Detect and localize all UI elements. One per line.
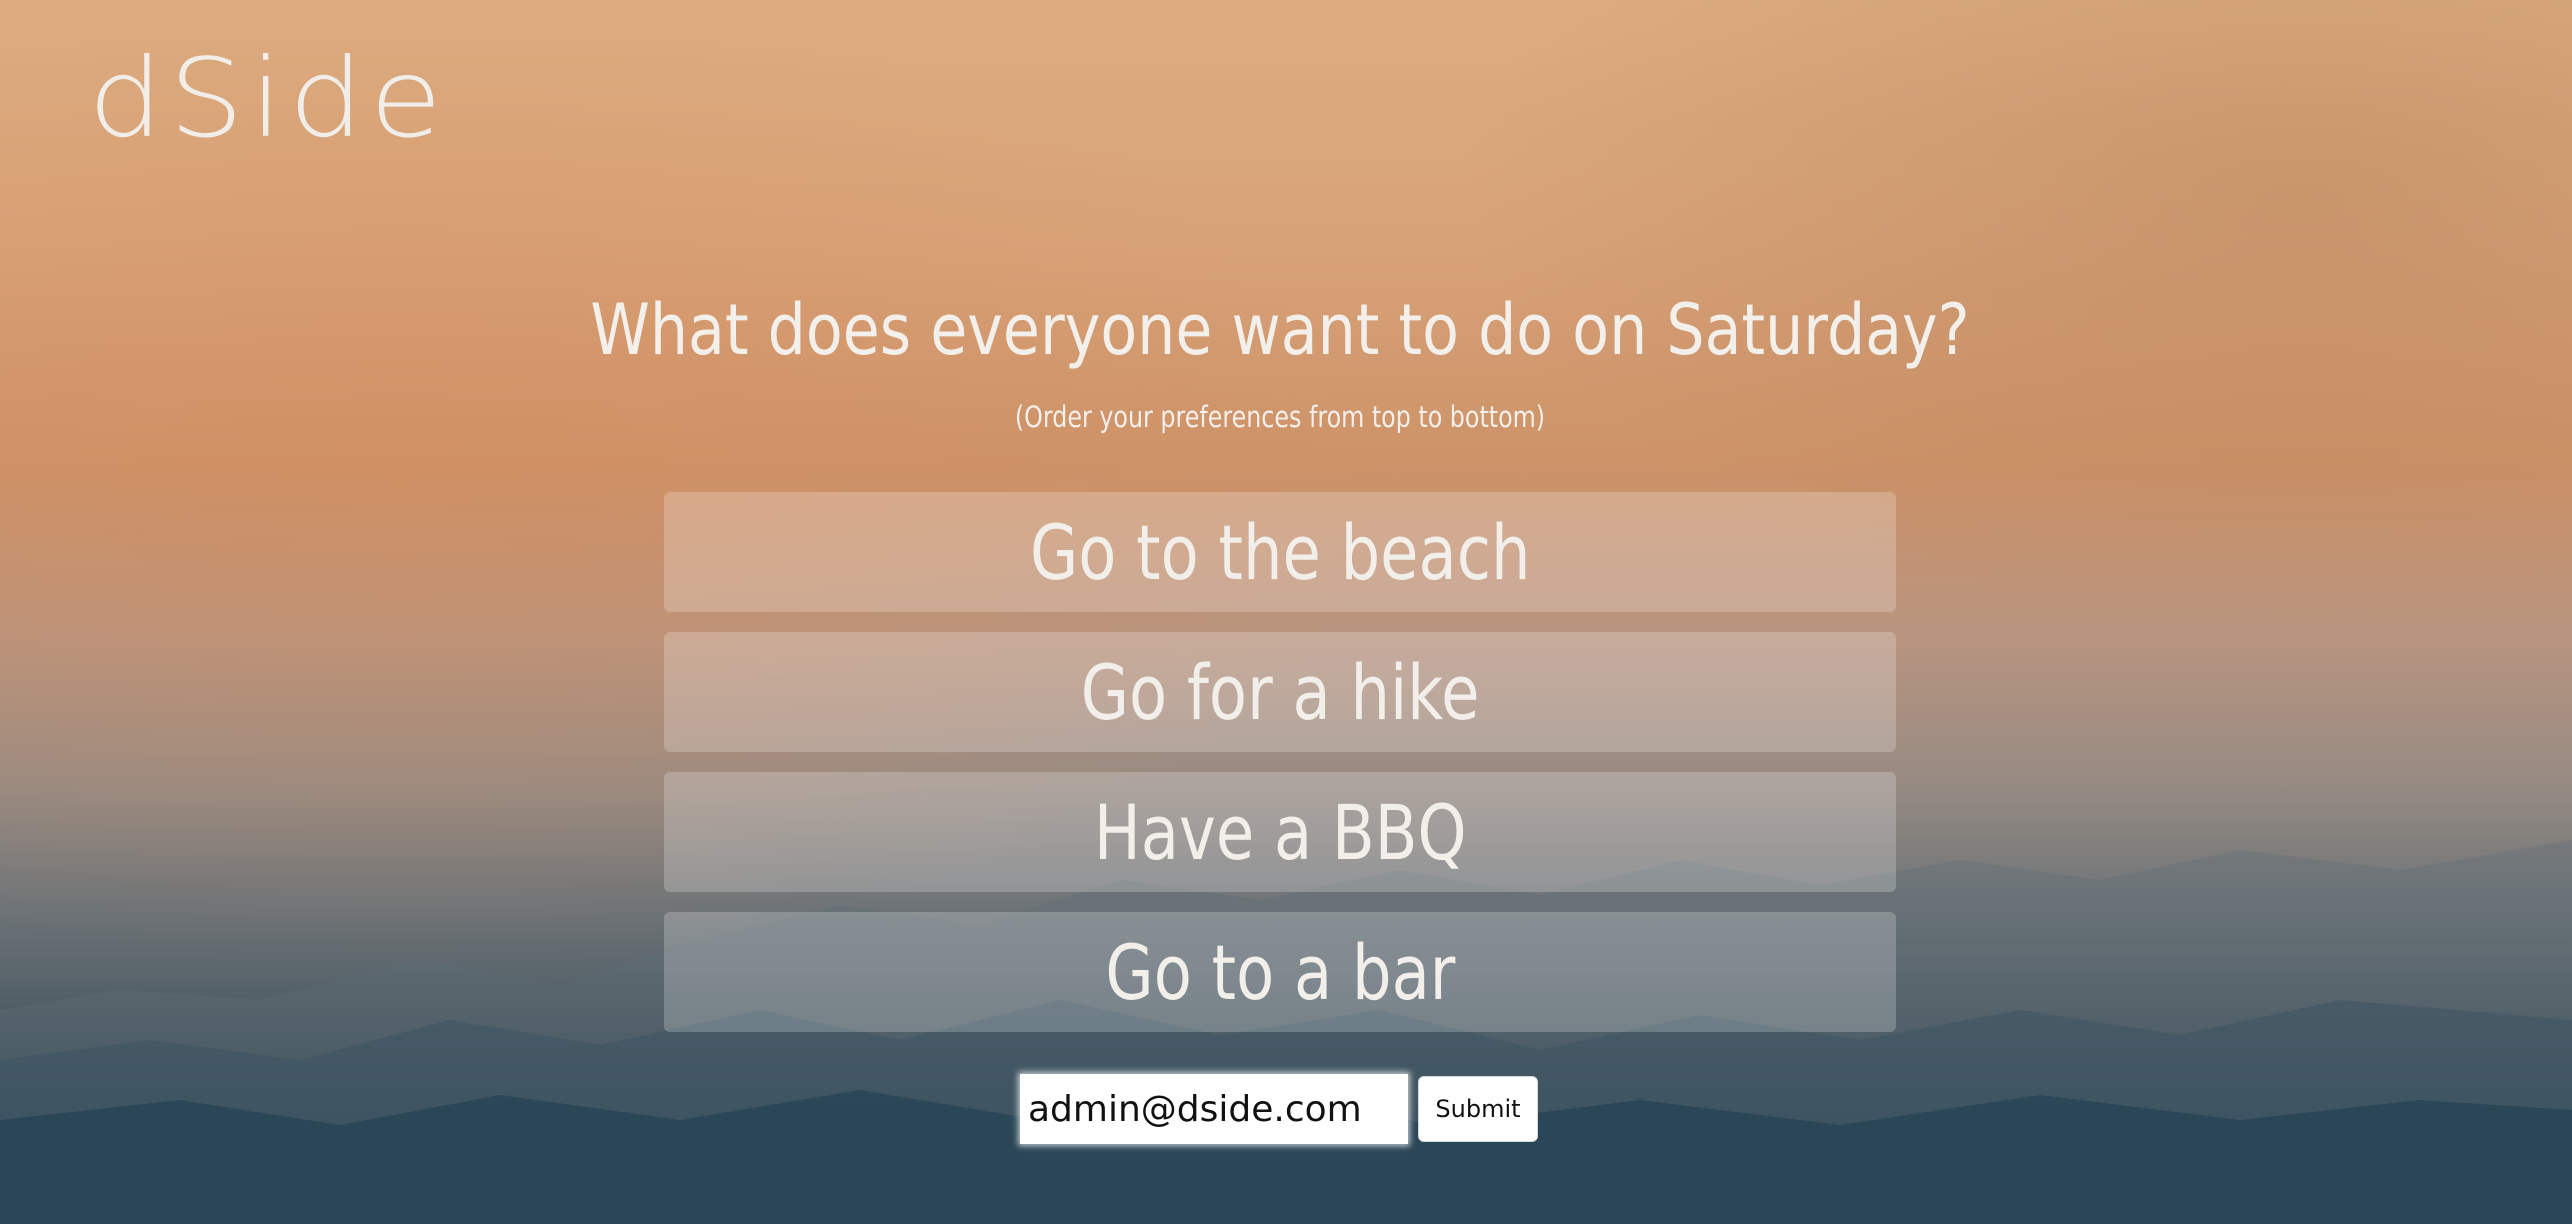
- poll-option-bar[interactable]: Go to a bar: [664, 912, 1896, 1032]
- poll-instructions: (Order your preferences from top to bott…: [1014, 400, 1546, 434]
- dside-logo: dSide: [88, 34, 449, 162]
- poll-options-list: Go to the beach Go for a hike Have a BBQ…: [664, 492, 1896, 1052]
- poll-option-hike[interactable]: Go for a hike: [664, 632, 1896, 752]
- submit-form: Submit: [1020, 1074, 1538, 1144]
- poll-option-label: Have a BBQ: [1093, 787, 1467, 877]
- poll-option-label: Go for a hike: [1080, 647, 1480, 737]
- poll-option-label: Go to a bar: [1105, 927, 1455, 1017]
- poll-option-label: Go to the beach: [1029, 507, 1531, 597]
- poll-question: What does everyone want to do on Saturda…: [590, 289, 1970, 371]
- poll-option-bbq[interactable]: Have a BBQ: [664, 772, 1896, 892]
- submit-button[interactable]: Submit: [1418, 1076, 1538, 1142]
- email-field[interactable]: [1020, 1074, 1408, 1144]
- poll-option-beach[interactable]: Go to the beach: [664, 492, 1896, 612]
